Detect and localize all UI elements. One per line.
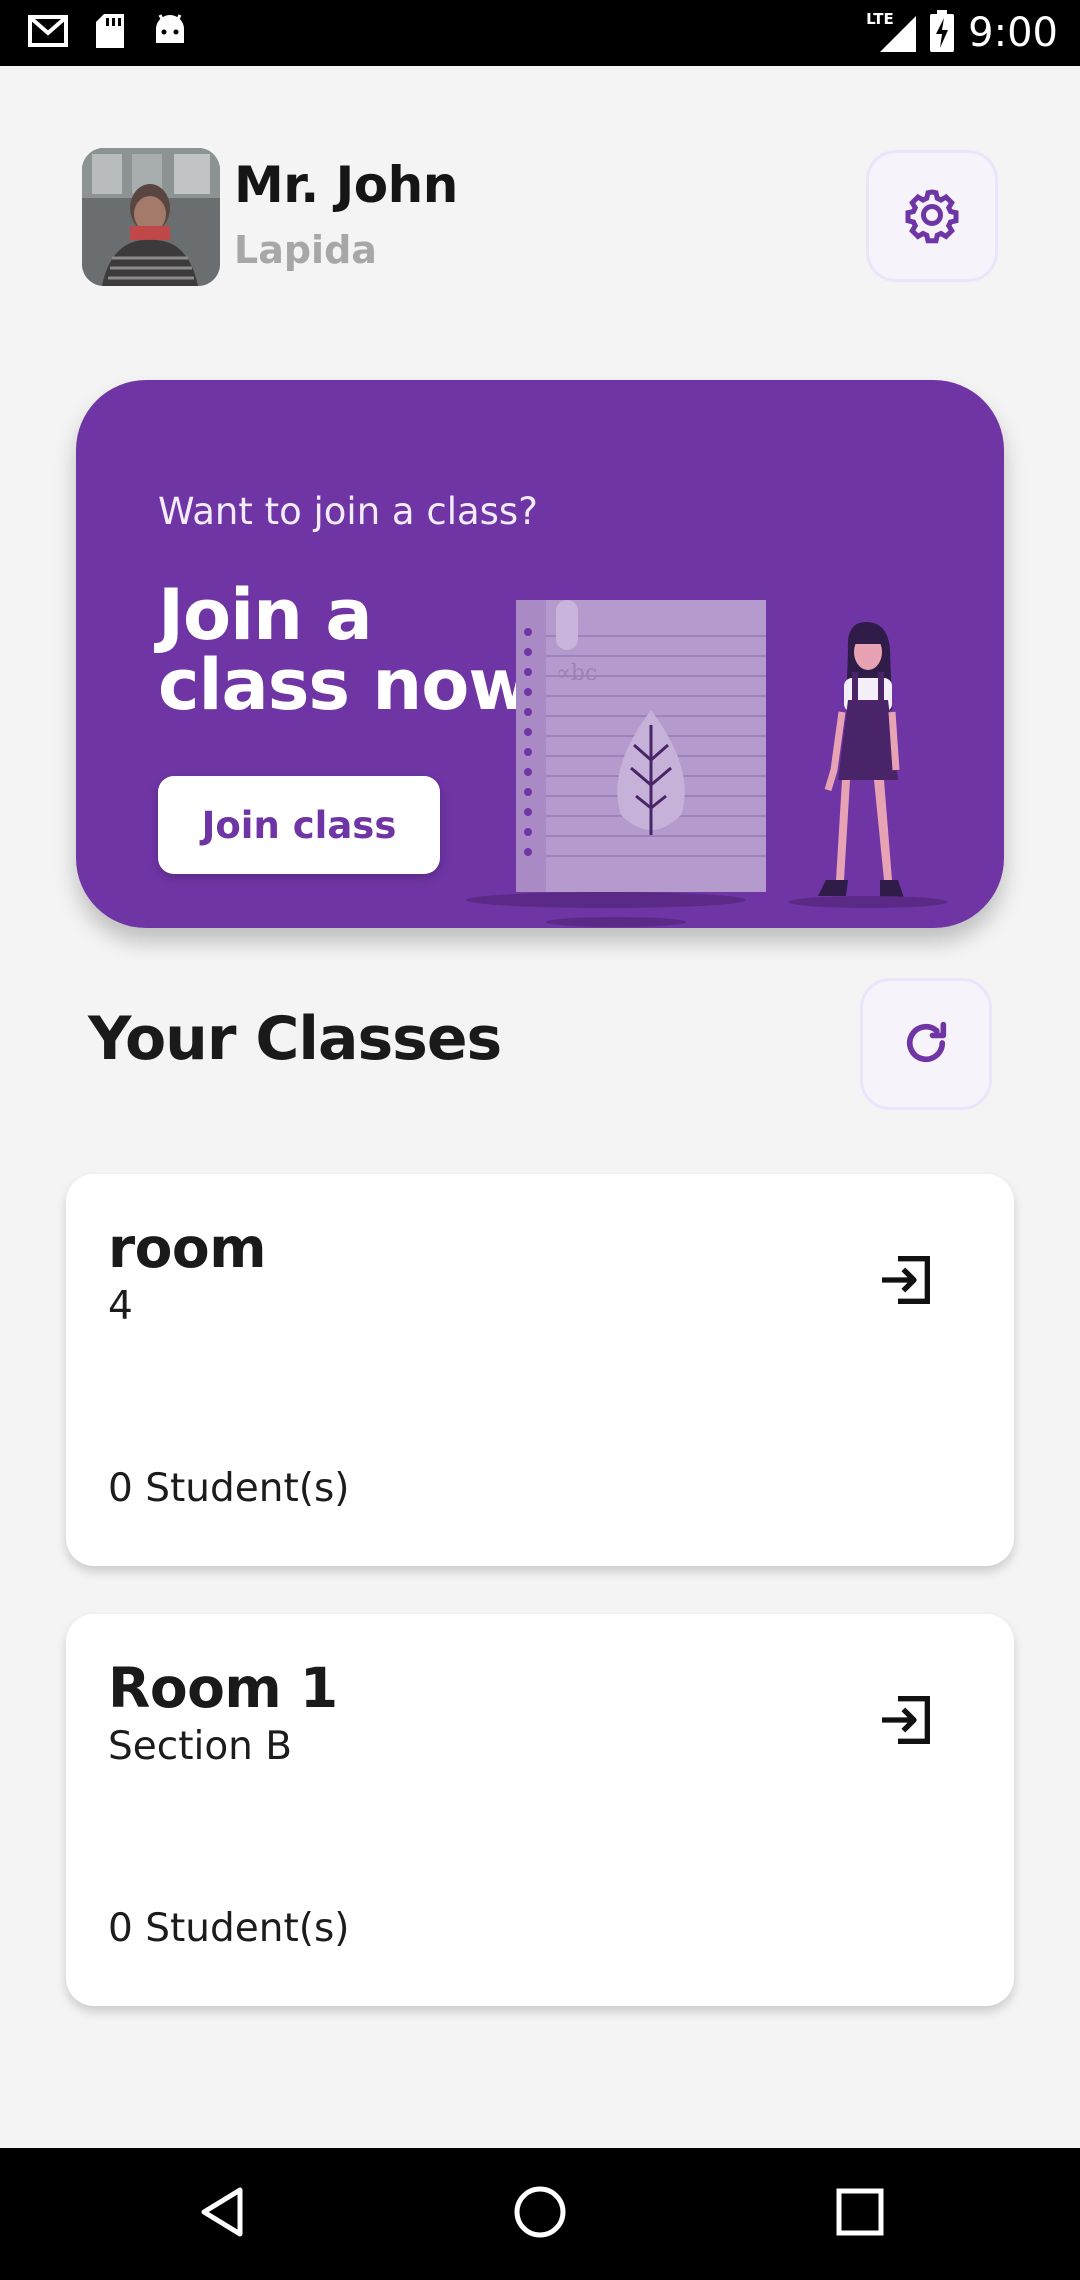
recents-icon bbox=[835, 2187, 885, 2241]
join-class-banner: Want to join a class? Join a class now J… bbox=[76, 380, 1004, 928]
signal-icon: LTE bbox=[866, 10, 917, 54]
join-class-button[interactable]: Join class bbox=[158, 776, 440, 874]
clock: 9:00 bbox=[968, 10, 1058, 56]
class-section: Section B bbox=[108, 1724, 293, 1769]
your-classes-title: Your Classes bbox=[88, 1004, 502, 1074]
status-bar: LTE 9:00 bbox=[0, 0, 1080, 66]
gmail-icon bbox=[28, 15, 68, 51]
battery-charging-icon bbox=[930, 10, 955, 56]
enter-class-icon[interactable] bbox=[874, 1688, 938, 1752]
class-card[interactable]: Room 1 Section B 0 Student(s) bbox=[66, 1614, 1014, 2006]
class-section: 4 bbox=[108, 1284, 133, 1329]
recents-button[interactable] bbox=[820, 2174, 900, 2254]
settings-button[interactable] bbox=[866, 150, 998, 282]
banner-subtitle: Want to join a class? bbox=[158, 490, 538, 533]
profile-last-name: Lapida bbox=[234, 228, 377, 272]
home-button[interactable] bbox=[500, 2174, 580, 2254]
refresh-button[interactable] bbox=[860, 978, 992, 1110]
profile-name: Mr. John bbox=[234, 156, 458, 214]
navigation-bar bbox=[0, 2148, 1080, 2280]
class-name: Room 1 bbox=[108, 1656, 338, 1720]
class-name: room bbox=[108, 1216, 267, 1280]
refresh-icon bbox=[900, 1017, 952, 1072]
class-card[interactable]: room 4 0 Student(s) bbox=[66, 1174, 1014, 1566]
avatar[interactable] bbox=[82, 148, 220, 286]
home-icon bbox=[512, 2184, 568, 2244]
sd-card-icon bbox=[94, 12, 126, 54]
gear-icon bbox=[902, 185, 962, 248]
back-icon bbox=[194, 2184, 250, 2244]
illustration-scribble: ∝bc bbox=[556, 661, 597, 686]
student-count: 0 Student(s) bbox=[108, 1466, 350, 1511]
notebook-girl-illustration: ∝bc bbox=[466, 600, 948, 927]
back-button[interactable] bbox=[182, 2174, 262, 2254]
android-icon bbox=[152, 13, 188, 53]
student-count: 0 Student(s) bbox=[108, 1906, 350, 1951]
enter-class-icon[interactable] bbox=[874, 1248, 938, 1312]
